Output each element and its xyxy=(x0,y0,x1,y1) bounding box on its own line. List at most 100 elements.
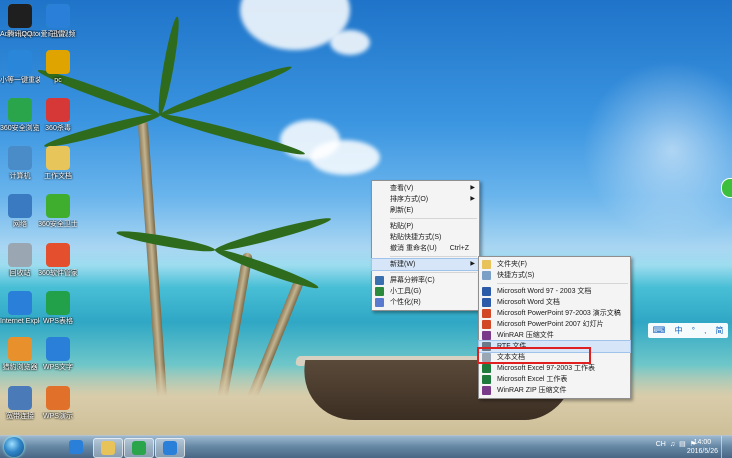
menu-item[interactable]: Microsoft PowerPoint 2007 幻灯片 xyxy=(479,319,630,330)
language-bar-item[interactable]: 简 xyxy=(715,325,723,336)
desktop-icon[interactable]: WPS演示 xyxy=(38,386,78,421)
menu-item[interactable]: 撤消 重命名(U) Ctrl+Z xyxy=(372,243,479,254)
taskbar-app-button[interactable] xyxy=(155,438,185,458)
menu-item[interactable]: Microsoft Excel 97-2003 工作表 xyxy=(479,363,630,374)
desktop-icon[interactable]: WPS文字 xyxy=(38,337,78,372)
keyboard-icon[interactable]: ⌨ xyxy=(653,325,666,336)
menu-item[interactable]: Microsoft Word 文档 xyxy=(479,297,630,308)
word-icon xyxy=(482,287,491,296)
taskbar-app-button[interactable] xyxy=(124,438,154,458)
highlight-annotation-box xyxy=(477,347,591,364)
desktop-icon[interactable]: 小等一键重装 xyxy=(0,50,40,85)
desktop-icon[interactable]: 计算机 xyxy=(0,146,40,181)
clock-time: 14:00 xyxy=(693,439,712,446)
folder-icon xyxy=(482,260,491,269)
desktop-icon[interactable]: 工作文档 xyxy=(38,146,78,181)
desktop-icon[interactable]: 宽带连接 xyxy=(0,386,40,421)
menu-item[interactable]: WinRAR ZIP 压缩文件 xyxy=(479,385,630,396)
menu-item[interactable]: 排序方式(O) ▶ xyxy=(372,194,479,205)
menu-item[interactable]: 快捷方式(S) xyxy=(479,270,630,281)
taskbar-app-button[interactable] xyxy=(93,438,123,458)
desktop-icon[interactable]: 猎豹浏览器 xyxy=(0,337,40,372)
menu-item[interactable]: Microsoft Word 97 - 2003 文档 xyxy=(479,286,630,297)
menu-item-label: Microsoft Excel 97-2003 工作表 xyxy=(497,365,596,372)
app-icon xyxy=(8,98,32,122)
desktop-icon[interactable]: 回收站 xyxy=(0,243,40,278)
cloud xyxy=(310,140,380,175)
language-bar-item[interactable]: 中 xyxy=(675,325,683,336)
desktop-icon[interactable]: pc xyxy=(38,50,78,85)
menu-item-label: 查看(V) xyxy=(390,185,414,192)
palm-frond xyxy=(115,227,216,255)
menu-item-label: Microsoft PowerPoint 97-2003 演示文稿 xyxy=(497,310,621,317)
menu-item[interactable]: 小工具(G) xyxy=(372,286,479,297)
desktop-icon[interactable]: 360杀毒 xyxy=(38,98,78,133)
clock[interactable]: 14:00 2016/5/26 xyxy=(687,438,718,456)
menu-item[interactable]: 刷新(E) xyxy=(372,205,479,216)
desktop-icon[interactable]: 网络 xyxy=(0,194,40,229)
desktop-icon[interactable]: 迅雷 xyxy=(38,4,78,39)
menu-separator xyxy=(390,256,477,257)
palm-frond xyxy=(213,245,321,293)
app-icon xyxy=(46,98,70,122)
cloud xyxy=(330,30,370,55)
word-icon xyxy=(482,298,491,307)
desktop-icon[interactable]: 360安全浏览器 xyxy=(0,98,40,133)
desktop-icon-label: WPS演示 xyxy=(43,413,73,420)
app-icon xyxy=(46,291,70,315)
menu-item[interactable]: 查看(V) ▶ xyxy=(372,183,479,194)
menu-item-label: 粘贴(P) xyxy=(390,223,414,230)
excel-icon xyxy=(482,364,491,373)
desktop-icon-label: Internet Explorer xyxy=(0,318,40,325)
menu-item[interactable]: 粘贴快捷方式(S) xyxy=(372,232,479,243)
speaker-icon[interactable]: ♫ xyxy=(670,441,675,448)
language-bar-item[interactable]: , xyxy=(704,326,706,335)
desktop-icon[interactable]: 360安全卫士 xyxy=(38,194,78,229)
powerpoint-icon xyxy=(482,309,491,318)
menu-separator xyxy=(390,272,477,273)
menu-item-shortcut: Ctrl+Z xyxy=(449,245,469,252)
language-bar[interactable]: ⌨ 中 °, 简 xyxy=(648,323,728,338)
desktop-icon[interactable]: Internet Explorer xyxy=(0,291,40,326)
desktop-icon-label: 工作文档 xyxy=(44,173,72,180)
app-icon xyxy=(8,4,32,28)
menu-item[interactable]: 粘贴(P) xyxy=(372,221,479,232)
excel-icon xyxy=(482,375,491,384)
desktop-icon-label: 360软件管家 xyxy=(38,270,78,277)
network-icon[interactable]: ▤ xyxy=(679,440,686,448)
taskbar-app-button[interactable] xyxy=(62,438,90,456)
app-icon xyxy=(8,386,32,410)
desktop-icon[interactable]: 腾讯QQ xyxy=(0,4,40,39)
menu-item[interactable]: Microsoft PowerPoint 97-2003 演示文稿 xyxy=(479,308,630,319)
app-icon xyxy=(46,146,70,170)
palm-frond xyxy=(213,214,333,255)
start-button[interactable] xyxy=(4,437,24,457)
menu-item[interactable]: 个性化(R) xyxy=(372,297,479,308)
360-browser-icon xyxy=(132,441,146,455)
desktop-icon-label: 360安全卫士 xyxy=(38,221,78,228)
menu-item[interactable]: 新建(W) ▶ xyxy=(371,258,480,271)
app-icon xyxy=(8,50,32,74)
menu-item[interactable]: 屏幕分辨率(C) xyxy=(372,275,479,286)
desktop-icon[interactable]: WPS表格 xyxy=(38,291,78,326)
menu-item-label: 小工具(G) xyxy=(390,288,422,295)
menu-item[interactable]: Microsoft Excel 工作表 xyxy=(479,374,630,385)
desktop-icon[interactable]: 360软件管家 xyxy=(38,243,78,278)
menu-item-label: Microsoft Word 文档 xyxy=(497,299,560,306)
menu-item[interactable]: 文件夹(F) xyxy=(479,259,630,270)
show-desktop-button[interactable] xyxy=(721,436,732,458)
menu-item-label: 文件夹(F) xyxy=(497,261,527,268)
taskbar: CH ♫ ▤ ⚑ 14:00 2016/5/26 xyxy=(0,435,732,458)
desktop-icon-label: 网络 xyxy=(13,221,27,228)
submenu-arrow-icon: ▶ xyxy=(470,196,475,202)
menu-item-label: 撤消 重命名(U) xyxy=(390,245,437,252)
input-method-indicator[interactable]: CH xyxy=(656,441,666,448)
menu-item[interactable]: WinRAR 压缩文件 xyxy=(479,330,630,341)
menu-item-label: 快捷方式(S) xyxy=(497,272,535,279)
clock-date: 2016/5/26 xyxy=(686,448,718,455)
side-widget-icon[interactable] xyxy=(721,178,732,198)
desktop-icon-label: WPS表格 xyxy=(43,318,73,325)
language-bar-item[interactable]: ° xyxy=(692,326,695,335)
desktop-icon-label: WPS文字 xyxy=(43,364,73,371)
menu-item-label: Microsoft Word 97 - 2003 文档 xyxy=(497,288,592,295)
